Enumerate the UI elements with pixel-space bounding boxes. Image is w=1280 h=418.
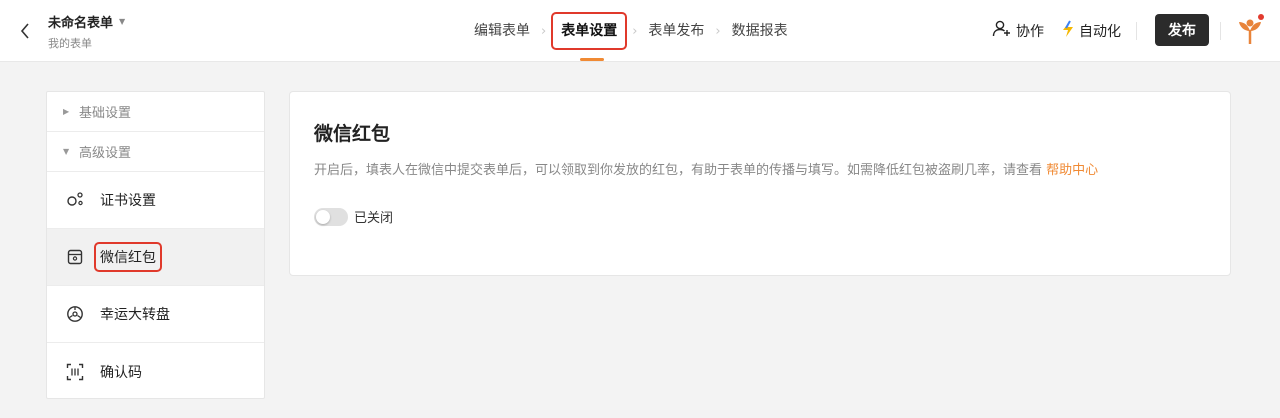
chevron-right-icon: › (632, 23, 638, 39)
red-envelope-settings-panel: 微信红包 开启后，填表人在微信中提交表单后，可以领取到你发放的红包，有助于表单的… (289, 91, 1231, 276)
certificate-icon (66, 191, 84, 209)
help-center-link[interactable]: 帮助中心 (1046, 163, 1098, 178)
notification-dot (1258, 14, 1264, 20)
sidebar-item-certificate[interactable]: 证书设置 (47, 172, 264, 229)
sidebar-group-label: 基础设置 (79, 106, 132, 121)
tab-edit-form[interactable]: 编辑表单 (468, 13, 536, 49)
settings-sidebar: ▶ 基础设置 ▼ 高级设置 证书设置 微信红包 幸运大转盘 确认码 (46, 91, 265, 399)
sidebar-item-wechat-red-envelope[interactable]: 微信红包 (47, 229, 264, 286)
lucky-wheel-icon (66, 305, 84, 323)
collaborate-button[interactable]: 协作 (992, 14, 1044, 48)
red-envelope-icon (66, 248, 84, 266)
add-user-icon (992, 20, 1012, 42)
avatar[interactable] (1234, 14, 1266, 46)
divider (1136, 22, 1137, 40)
tab-form-publish[interactable]: 表单发布 (642, 13, 710, 49)
sidebar-item-label: 确认码 (100, 364, 142, 381)
sidebar-group-advanced[interactable]: ▼ 高级设置 (47, 132, 264, 172)
panel-description-text: 开启后，填表人在微信中提交表单后，可以领取到你发放的红包，有助于表单的传播与填写… (314, 163, 1043, 178)
caret-down-icon[interactable]: ▼ (119, 17, 125, 26)
sidebar-group-label: 高级设置 (79, 146, 132, 161)
chevron-right-icon: › (541, 23, 547, 39)
scan-code-icon (66, 363, 84, 381)
top-bar: 未命名表单 ▼ 我的表单 编辑表单 › 表单设置 › 表单发布 › 数据报表 协… (0, 0, 1280, 62)
triangle-down-icon: ▼ (63, 147, 70, 156)
toggle-status-label: 已关闭 (354, 211, 394, 226)
tab-data-report[interactable]: 数据报表 (726, 13, 794, 49)
sidebar-item-label: 证书设置 (100, 193, 156, 209)
tab-form-settings[interactable]: 表单设置 (551, 12, 628, 50)
form-folder[interactable]: 我的表单 (48, 35, 92, 51)
sidebar-item-confirm-code[interactable]: 确认码 (47, 343, 264, 400)
active-tab-indicator (580, 58, 604, 61)
lightning-icon (1061, 20, 1075, 42)
collaborate-label: 协作 (1016, 24, 1044, 40)
divider (1220, 22, 1221, 40)
step-nav: 编辑表单 › 表单设置 › 表单发布 › 数据报表 (468, 12, 794, 50)
automation-label: 自动化 (1079, 24, 1121, 40)
publish-button[interactable]: 发布 (1155, 14, 1209, 46)
panel-description: 开启后，填表人在微信中提交表单后，可以领取到你发放的红包，有助于表单的传播与填写… (314, 159, 1098, 178)
form-title-text: 未命名表单 (48, 16, 114, 31)
toggle-knob (316, 209, 330, 224)
automation-button[interactable]: 自动化 (1061, 14, 1121, 48)
chevron-right-icon: › (715, 23, 721, 39)
sidebar-item-label: 幸运大转盘 (100, 307, 170, 323)
sidebar-group-basic[interactable]: ▶ 基础设置 (47, 92, 264, 132)
sidebar-item-lucky-wheel[interactable]: 幸运大转盘 (47, 286, 264, 343)
red-envelope-toggle[interactable] (314, 207, 348, 226)
form-title[interactable]: 未命名表单 ▼ (48, 12, 125, 31)
back-arrow-icon[interactable] (14, 18, 36, 44)
triangle-right-icon: ▶ (63, 107, 70, 116)
sidebar-item-label: 微信红包 (94, 242, 162, 272)
red-envelope-toggle-row: 已关闭 (314, 207, 393, 226)
panel-title: 微信红包 (314, 123, 391, 145)
